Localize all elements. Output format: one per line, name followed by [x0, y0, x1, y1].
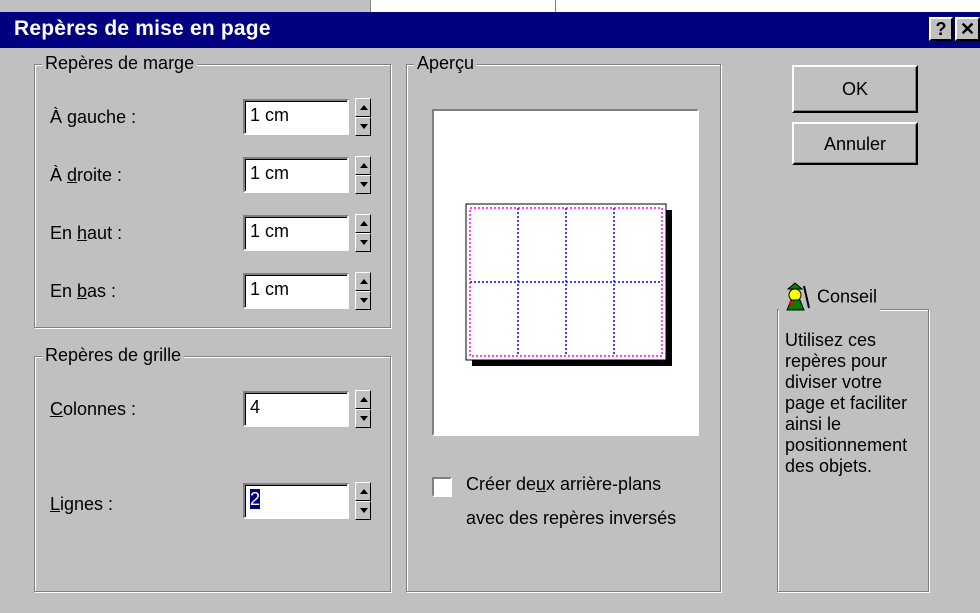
bottom-margin-input[interactable]: 1 cm [243, 273, 349, 309]
help-button[interactable]: ? [929, 17, 953, 41]
dialog-title: Repères de mise en page [14, 17, 271, 40]
right-margin-label: À droite : [50, 165, 123, 185]
columns-spinner[interactable] [355, 390, 371, 428]
tip-header: Conseil [779, 282, 881, 316]
tip-line: des objets. [785, 456, 873, 476]
right-margin-spinner[interactable] [355, 156, 371, 194]
close-button[interactable]: ✕ [955, 17, 980, 41]
preview-area [432, 109, 699, 436]
columns-input[interactable]: 4 [243, 391, 349, 427]
bottom-margin-spinner[interactable] [355, 272, 371, 310]
preview-label: Aperçu [414, 53, 478, 74]
grid-guides-label: Repères de grille [42, 345, 185, 366]
rows-input[interactable]: 2 [243, 483, 349, 519]
background-strip-right [555, 0, 856, 12]
bottom-margin-label: En bas : [50, 281, 117, 301]
spin-up-icon[interactable] [355, 156, 371, 175]
page-setup-guides-dialog: Repères de mise en page ? ✕ Repères de m… [0, 12, 980, 613]
spin-down-icon[interactable] [355, 233, 371, 252]
rows-value-selected: 2 [250, 489, 261, 509]
left-margin-spinner[interactable] [355, 98, 371, 136]
top-margin-label: En haut : [50, 223, 123, 243]
rows-label: Lignes : [50, 494, 114, 514]
tip-line: Utilisez ces [785, 330, 877, 350]
left-margin-input[interactable]: 1 cm [243, 99, 349, 135]
spin-down-icon[interactable] [355, 291, 371, 310]
top-margin-spinner[interactable] [355, 214, 371, 252]
right-margin-input[interactable]: 1 cm [243, 157, 349, 193]
columns-label: Colonnes : [50, 399, 137, 419]
margin-guides-label: Repères de marge [42, 53, 198, 74]
tip-label: Conseil [817, 286, 878, 307]
spin-up-icon[interactable] [355, 390, 371, 409]
page-preview-graphic [465, 203, 672, 366]
tip-line: ainsi le [785, 414, 842, 434]
spin-up-icon[interactable] [355, 482, 371, 501]
left-margin-label: À gauche : [50, 107, 137, 127]
mirror-guides-label-line2: avec des repères inversés [466, 508, 677, 528]
mirror-guides-checkbox[interactable] [432, 477, 452, 497]
tip-line: positionnement [785, 435, 908, 455]
title-bar: Repères de mise en page ? ✕ [0, 12, 980, 48]
tip-line: diviser votre [785, 372, 883, 392]
spin-down-icon[interactable] [355, 175, 371, 194]
background-strip-left [0, 0, 371, 12]
top-margin-input[interactable]: 1 cm [243, 215, 349, 251]
ok-button[interactable]: OK [792, 65, 918, 113]
tip-line: repères pour [785, 351, 888, 371]
wizard-icon [786, 282, 810, 311]
tip-line: page et faciliter [785, 393, 908, 413]
spin-up-icon[interactable] [355, 272, 371, 291]
spin-down-icon[interactable] [355, 501, 371, 520]
spin-up-icon[interactable] [355, 98, 371, 117]
mirror-guides-label-line1: Créer deux arrière-plans [466, 474, 662, 494]
spin-up-icon[interactable] [355, 214, 371, 233]
spin-down-icon[interactable] [355, 409, 371, 428]
background-window-strip [0, 0, 980, 12]
tip-text: Utilisez ces repères pour diviser votre … [785, 330, 925, 477]
cancel-button[interactable]: Annuler [792, 122, 918, 165]
spin-down-icon[interactable] [355, 117, 371, 136]
rows-spinner[interactable] [355, 482, 371, 520]
